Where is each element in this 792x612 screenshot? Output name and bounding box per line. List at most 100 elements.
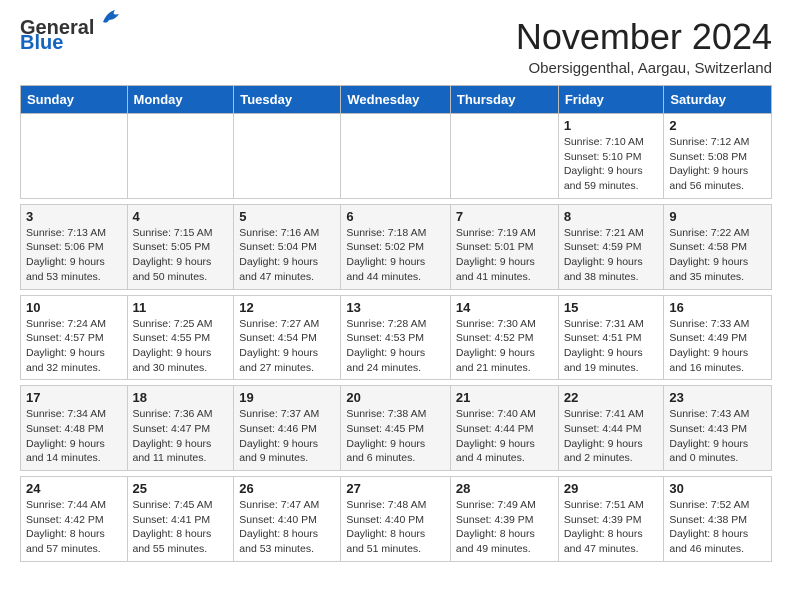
day-info: Sunrise: 7:43 AM Sunset: 4:43 PM Dayligh…: [669, 407, 766, 466]
day-number: 11: [133, 300, 229, 315]
day-number: 16: [669, 300, 766, 315]
col-header-monday: Monday: [127, 86, 234, 114]
day-info: Sunrise: 7:48 AM Sunset: 4:40 PM Dayligh…: [346, 498, 445, 557]
day-cell: 13 Sunrise: 7:28 AM Sunset: 4:53 PM Dayli…: [341, 295, 451, 380]
day-number: 21: [456, 390, 553, 405]
day-cell: 23 Sunrise: 7:43 AM Sunset: 4:43 PM Dayli…: [664, 386, 772, 471]
day-info: Sunrise: 7:13 AM Sunset: 5:06 PM Dayligh…: [26, 226, 122, 285]
week-row-3: 10Sunrise: 7:24 AM Sunset: 4:57 PM Dayli…: [21, 295, 772, 380]
day-cell: 9 Sunrise: 7:22 AM Sunset: 4:58 PM Daylig…: [664, 204, 772, 289]
day-info: Sunrise: 7:31 AM Sunset: 4:51 PM Dayligh…: [564, 317, 659, 376]
col-header-thursday: Thursday: [450, 86, 558, 114]
day-number: 30: [669, 481, 766, 496]
day-info: Sunrise: 7:37 AM Sunset: 4:46 PM Dayligh…: [239, 407, 335, 466]
day-cell: [341, 114, 451, 199]
day-cell: 24 Sunrise: 7:44 AM Sunset: 4:42 PM Dayli…: [21, 477, 128, 562]
day-cell: 19 Sunrise: 7:37 AM Sunset: 4:46 PM Dayli…: [234, 386, 341, 471]
day-number: 12: [239, 300, 335, 315]
day-number: 2: [669, 118, 766, 133]
day-info: Sunrise: 7:25 AM Sunset: 4:55 PM Dayligh…: [133, 317, 229, 376]
day-cell: 10Sunrise: 7:24 AM Sunset: 4:57 PM Dayli…: [21, 295, 128, 380]
location: Obersiggenthal, Aargau, Switzerland: [516, 60, 772, 77]
header: General Blue November 2024 Obersiggentha…: [20, 16, 772, 77]
day-info: Sunrise: 7:28 AM Sunset: 4:53 PM Dayligh…: [346, 317, 445, 376]
day-number: 7: [456, 209, 553, 224]
week-row-5: 24 Sunrise: 7:44 AM Sunset: 4:42 PM Dayli…: [21, 477, 772, 562]
day-cell: 18 Sunrise: 7:36 AM Sunset: 4:47 PM Dayli…: [127, 386, 234, 471]
day-number: 3: [26, 209, 122, 224]
day-info: Sunrise: 7:18 AM Sunset: 5:02 PM Dayligh…: [346, 226, 445, 285]
day-number: 17: [26, 390, 122, 405]
day-number: 9: [669, 209, 766, 224]
day-cell: 15Sunrise: 7:31 AM Sunset: 4:51 PM Dayli…: [558, 295, 664, 380]
day-number: 14: [456, 300, 553, 315]
day-cell: [450, 114, 558, 199]
day-info: Sunrise: 7:44 AM Sunset: 4:42 PM Dayligh…: [26, 498, 122, 557]
col-header-tuesday: Tuesday: [234, 86, 341, 114]
day-number: 24: [26, 481, 122, 496]
day-cell: [127, 114, 234, 199]
day-info: Sunrise: 7:21 AM Sunset: 4:59 PM Dayligh…: [564, 226, 659, 285]
day-cell: 17 Sunrise: 7:34 AM Sunset: 4:48 PM Dayli…: [21, 386, 128, 471]
day-info: Sunrise: 7:40 AM Sunset: 4:44 PM Dayligh…: [456, 407, 553, 466]
day-info: Sunrise: 7:33 AM Sunset: 4:49 PM Dayligh…: [669, 317, 766, 376]
day-number: 6: [346, 209, 445, 224]
week-row-1: 1 Sunrise: 7:10 AM Sunset: 5:10 PM Daylig…: [21, 114, 772, 199]
day-cell: 1 Sunrise: 7:10 AM Sunset: 5:10 PM Daylig…: [558, 114, 664, 199]
day-info: Sunrise: 7:41 AM Sunset: 4:44 PM Dayligh…: [564, 407, 659, 466]
day-number: 29: [564, 481, 659, 496]
day-number: 23: [669, 390, 766, 405]
day-info: Sunrise: 7:27 AM Sunset: 4:54 PM Dayligh…: [239, 317, 335, 376]
calendar: SundayMondayTuesdayWednesdayThursdayFrid…: [20, 85, 772, 562]
day-number: 18: [133, 390, 229, 405]
col-header-sunday: Sunday: [21, 86, 128, 114]
day-cell: 14 Sunrise: 7:30 AM Sunset: 4:52 PM Dayli…: [450, 295, 558, 380]
day-cell: [234, 114, 341, 199]
header-row: SundayMondayTuesdayWednesdayThursdayFrid…: [21, 86, 772, 114]
title-block: November 2024 Obersiggenthal, Aargau, Sw…: [516, 16, 772, 77]
day-number: 19: [239, 390, 335, 405]
day-cell: 4Sunrise: 7:15 AM Sunset: 5:05 PM Daylig…: [127, 204, 234, 289]
day-number: 22: [564, 390, 659, 405]
day-cell: 29Sunrise: 7:51 AM Sunset: 4:39 PM Dayli…: [558, 477, 664, 562]
week-row-4: 17 Sunrise: 7:34 AM Sunset: 4:48 PM Dayli…: [21, 386, 772, 471]
day-info: Sunrise: 7:30 AM Sunset: 4:52 PM Dayligh…: [456, 317, 553, 376]
logo-general-text: General: [20, 17, 94, 39]
col-header-friday: Friday: [558, 86, 664, 114]
day-info: Sunrise: 7:19 AM Sunset: 5:01 PM Dayligh…: [456, 226, 553, 285]
day-cell: 25 Sunrise: 7:45 AM Sunset: 4:41 PM Dayli…: [127, 477, 234, 562]
day-cell: 8 Sunrise: 7:21 AM Sunset: 4:59 PM Daylig…: [558, 204, 664, 289]
day-number: 1: [564, 118, 659, 133]
month-title: November 2024: [516, 16, 772, 58]
day-cell: 26 Sunrise: 7:47 AM Sunset: 4:40 PM Dayli…: [234, 477, 341, 562]
day-number: 20: [346, 390, 445, 405]
day-number: 25: [133, 481, 229, 496]
day-cell: 22 Sunrise: 7:41 AM Sunset: 4:44 PM Dayli…: [558, 386, 664, 471]
day-info: Sunrise: 7:12 AM Sunset: 5:08 PM Dayligh…: [669, 135, 766, 194]
day-cell: 12 Sunrise: 7:27 AM Sunset: 4:54 PM Dayli…: [234, 295, 341, 380]
day-cell: 11 Sunrise: 7:25 AM Sunset: 4:55 PM Dayli…: [127, 295, 234, 380]
day-info: Sunrise: 7:34 AM Sunset: 4:48 PM Dayligh…: [26, 407, 122, 466]
logo: General Blue: [20, 16, 121, 55]
day-cell: 16 Sunrise: 7:33 AM Sunset: 4:49 PM Dayli…: [664, 295, 772, 380]
day-cell: 27 Sunrise: 7:48 AM Sunset: 4:40 PM Dayli…: [341, 477, 451, 562]
day-number: 5: [239, 209, 335, 224]
day-number: 28: [456, 481, 553, 496]
day-info: Sunrise: 7:22 AM Sunset: 4:58 PM Dayligh…: [669, 226, 766, 285]
day-info: Sunrise: 7:10 AM Sunset: 5:10 PM Dayligh…: [564, 135, 659, 194]
day-info: Sunrise: 7:16 AM Sunset: 5:04 PM Dayligh…: [239, 226, 335, 285]
day-info: Sunrise: 7:47 AM Sunset: 4:40 PM Dayligh…: [239, 498, 335, 557]
col-header-wednesday: Wednesday: [341, 86, 451, 114]
day-number: 26: [239, 481, 335, 496]
logo-bird-icon: [101, 8, 123, 26]
day-number: 8: [564, 209, 659, 224]
day-number: 27: [346, 481, 445, 496]
day-number: 10: [26, 300, 122, 315]
day-info: Sunrise: 7:36 AM Sunset: 4:47 PM Dayligh…: [133, 407, 229, 466]
day-cell: 7 Sunrise: 7:19 AM Sunset: 5:01 PM Daylig…: [450, 204, 558, 289]
day-number: 13: [346, 300, 445, 315]
day-cell: 5 Sunrise: 7:16 AM Sunset: 5:04 PM Daylig…: [234, 204, 341, 289]
day-info: Sunrise: 7:45 AM Sunset: 4:41 PM Dayligh…: [133, 498, 229, 557]
day-cell: 6 Sunrise: 7:18 AM Sunset: 5:02 PM Daylig…: [341, 204, 451, 289]
day-cell: 21 Sunrise: 7:40 AM Sunset: 4:44 PM Dayli…: [450, 386, 558, 471]
